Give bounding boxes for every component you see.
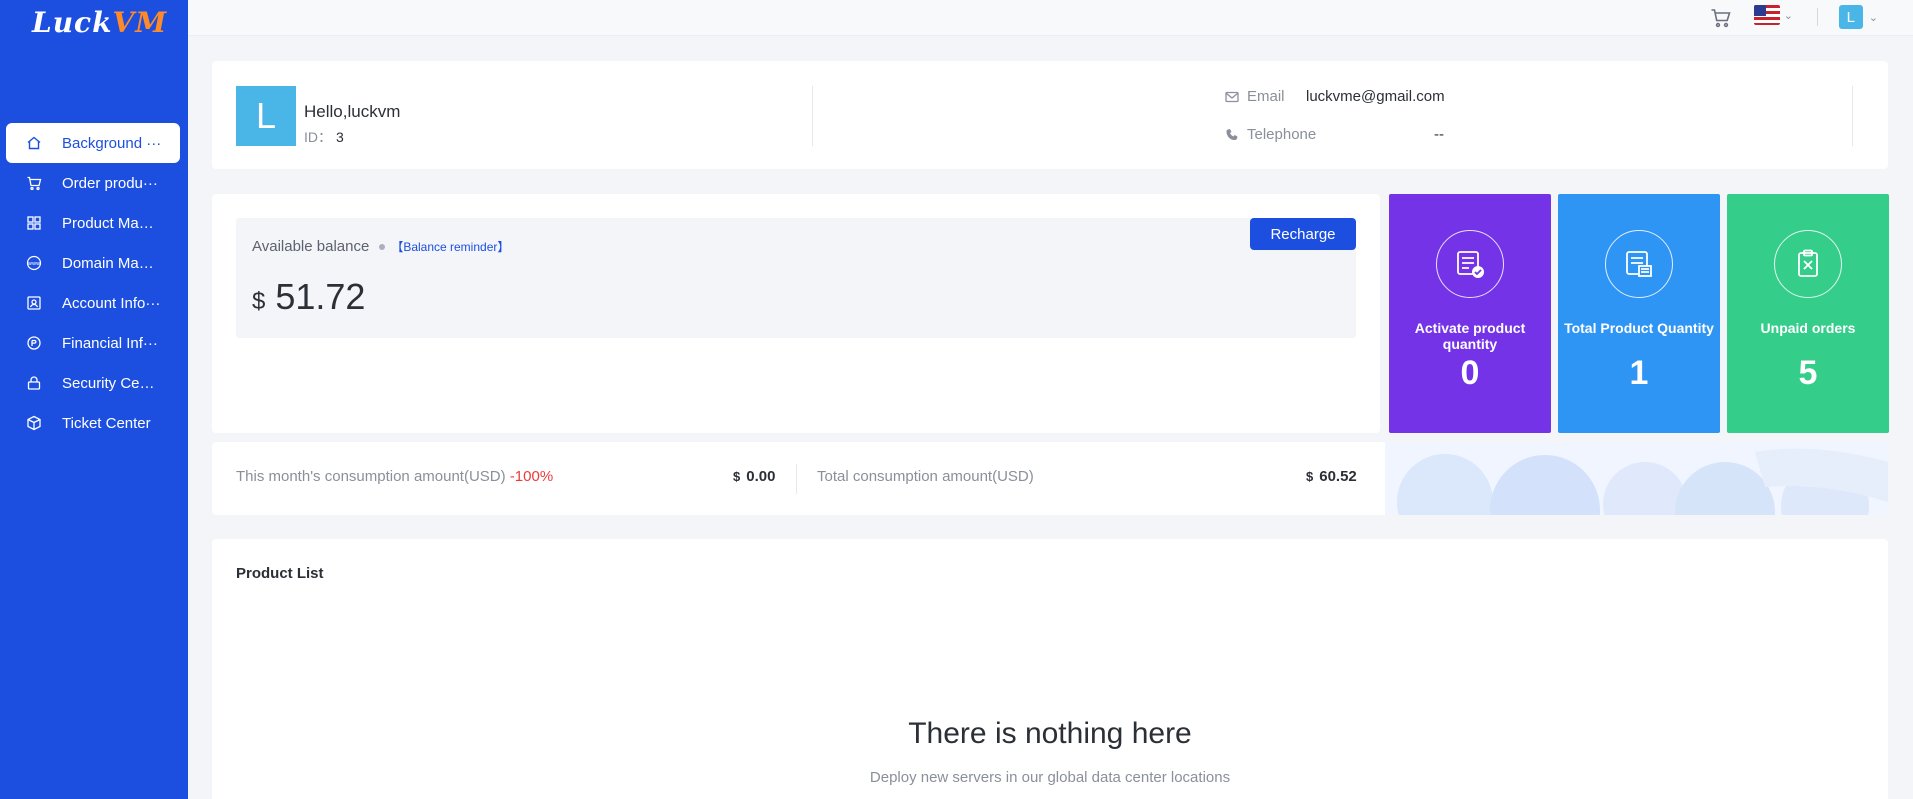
user-id: ID： 3 — [304, 127, 344, 147]
product-list-card: Product List There is nothing here Deplo… — [212, 539, 1888, 799]
sidebar-item-label: Background ··· — [62, 134, 162, 152]
user-id-value: 3 — [336, 129, 344, 145]
sidebar-item-label: Financial Inf··· — [62, 334, 158, 352]
currency-symbol: $ — [252, 288, 266, 315]
cart-icon — [26, 175, 42, 191]
profile-avatar: L — [236, 86, 296, 146]
grid-icon — [26, 215, 42, 231]
sidebar-item-ticket-center[interactable]: Ticket Center — [6, 403, 180, 443]
month-change: -100% — [509, 468, 554, 485]
user-id-label: ID： — [304, 129, 332, 145]
greeting: Hello,luckvm — [304, 102, 401, 121]
us-flag-icon — [1753, 5, 1780, 25]
mail-icon — [1225, 91, 1239, 103]
balance-title: Available balance 【Balance reminder】 — [252, 238, 509, 255]
email-value: luckvme@gmail.com — [1306, 88, 1445, 105]
balance-title-text: Available balance — [252, 238, 370, 255]
logo-text: Luck — [32, 6, 113, 39]
sidebar-item-label: Security Cen··· — [62, 374, 162, 392]
currency-icon — [26, 335, 42, 351]
phone-icon — [1225, 128, 1239, 142]
empty-state-subtitle: Deploy new servers in our global data ce… — [869, 769, 1231, 786]
activate-icon — [1436, 230, 1504, 298]
stat-label: Total Product Quantity — [1564, 320, 1714, 336]
sidebar-item-domain-management[interactable]: www Domain Man··· — [6, 243, 180, 283]
total-value: 60.52 — [1319, 468, 1357, 485]
stat-total-products[interactable]: Total Product Quantity 1 — [1558, 194, 1720, 433]
home-icon — [26, 135, 42, 151]
currency-symbol: $ — [733, 469, 741, 484]
total-consumption-label: Total consumption amount(USD) — [817, 468, 1034, 485]
empty-state-title: There is nothing here — [908, 717, 1192, 750]
stat-active-products[interactable]: Activate product quantity 0 — [1389, 194, 1551, 433]
language-selector[interactable]: ⌄ — [1753, 5, 1793, 25]
sidebar: LuckVM Background ··· Order produ··· Pro… — [0, 0, 188, 799]
currency-symbol: $ — [1306, 469, 1314, 484]
stat-label: Unpaid orders — [1760, 320, 1856, 336]
stat-value: 0 — [1460, 354, 1480, 392]
balance-value: 51.72 — [275, 276, 366, 317]
total-consumption-value: $60.52 — [1306, 468, 1357, 485]
balance-card: Available balance 【Balance reminder】 $ 5… — [212, 194, 1380, 433]
sidebar-item-label: Ticket Center — [62, 414, 151, 432]
consumption-card: This month's consumption amount(USD) -10… — [212, 442, 1888, 515]
balance-reminder-link[interactable]: 【Balance reminder】 — [391, 238, 509, 255]
avatar: L — [1838, 5, 1863, 29]
sidebar-item-product-management[interactable]: Product Man··· — [6, 203, 180, 243]
server-list-icon — [1605, 230, 1673, 298]
coins-decoration — [1385, 442, 1888, 515]
month-consumption-value: $0.00 — [733, 468, 775, 485]
top-header: ⌄ L ⌄ — [188, 0, 1913, 36]
user-menu[interactable]: L ⌄ — [1838, 5, 1878, 29]
divider — [796, 464, 797, 494]
sidebar-nav: Background ··· Order produ··· Product Ma… — [6, 123, 180, 443]
stat-unpaid-orders[interactable]: Unpaid orders 5 — [1727, 194, 1889, 433]
profile-card: L Hello,luckvm ID： 3 Email luckvme@gmail.… — [212, 61, 1888, 169]
sidebar-item-label: Domain Man··· — [62, 254, 162, 272]
lock-icon — [26, 375, 42, 391]
recharge-button[interactable]: Recharge — [1250, 218, 1356, 250]
balance-amount: $ 51.72 — [252, 276, 365, 318]
stat-value: 5 — [1798, 354, 1818, 392]
month-consumption-label: This month's consumption amount(USD) -10… — [236, 468, 553, 485]
logo-accent: VM — [112, 6, 168, 39]
stat-label: Activate product quantity — [1414, 320, 1526, 352]
product-list-title: Product List — [236, 565, 324, 582]
divider — [1852, 86, 1853, 146]
sidebar-item-order-products[interactable]: Order produ··· — [6, 163, 180, 203]
month-value: 0.00 — [746, 468, 776, 485]
header-divider — [1817, 8, 1818, 26]
sidebar-item-label: Product Man··· — [62, 214, 162, 232]
chevron-down-icon: ⌄ — [1868, 11, 1878, 24]
dot-icon — [379, 243, 386, 250]
svg-text:www: www — [28, 261, 40, 267]
sidebar-item-background[interactable]: Background ··· — [6, 123, 180, 163]
www-icon: www — [26, 255, 42, 271]
email-label: Email — [1225, 88, 1285, 105]
ticket-icon — [26, 415, 42, 431]
balance-box: Available balance 【Balance reminder】 $ 5… — [236, 218, 1356, 338]
sidebar-item-account-info[interactable]: Account Info··· — [6, 283, 180, 323]
sidebar-item-label: Order produ··· — [62, 174, 158, 192]
chevron-down-icon: ⌄ — [1783, 9, 1793, 22]
logo[interactable]: LuckVM — [32, 6, 167, 39]
sidebar-item-security-center[interactable]: Security Cen··· — [6, 363, 180, 403]
phone-value: -- — [1434, 126, 1444, 143]
clipboard-x-icon — [1774, 230, 1842, 298]
sidebar-item-financial-info[interactable]: Financial Inf··· — [6, 323, 180, 363]
sidebar-item-label: Account Info··· — [62, 294, 161, 312]
header-cart-icon[interactable] — [1709, 6, 1733, 30]
stat-value: 1 — [1629, 354, 1649, 392]
divider — [812, 86, 813, 146]
phone-label: Telephone — [1225, 126, 1316, 143]
user-card-icon — [26, 295, 42, 311]
month-consumption-text: This month's consumption amount(USD) — [236, 468, 506, 485]
